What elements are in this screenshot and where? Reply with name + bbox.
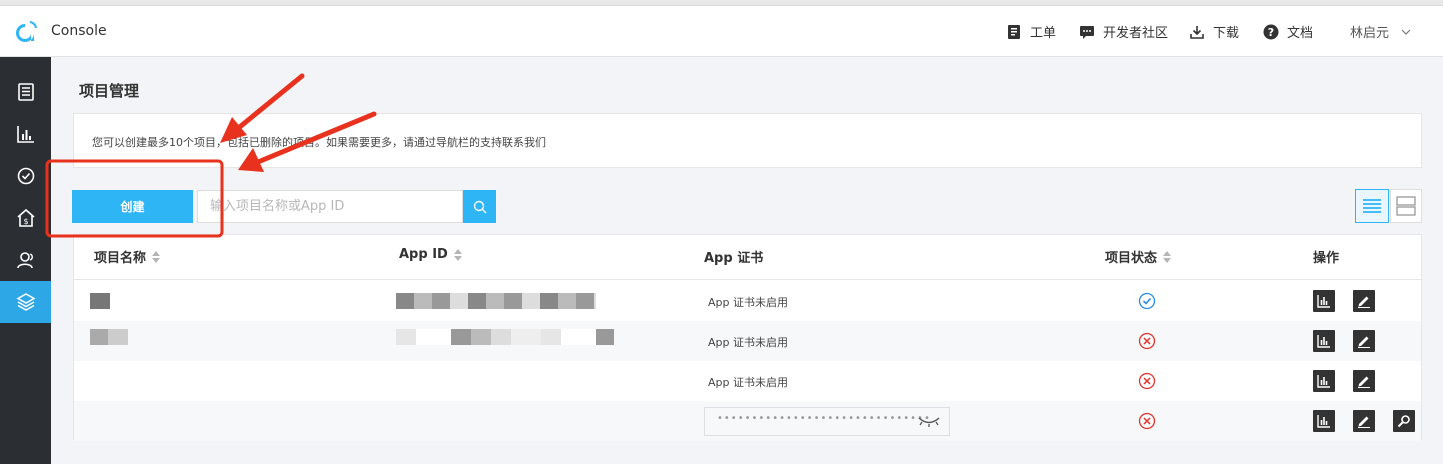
status-enabled-icon bbox=[1138, 292, 1156, 310]
bar-chart-icon bbox=[16, 126, 34, 143]
layers-icon bbox=[15, 293, 36, 311]
header-divider bbox=[74, 279, 1421, 280]
list-view-toggle[interactable] bbox=[1355, 189, 1389, 223]
svg-text:$: $ bbox=[23, 217, 28, 226]
nav-docs[interactable]: ? 文档 bbox=[1263, 22, 1313, 41]
certificate-mask: ••••••••••••••••••••••••••••••• bbox=[717, 413, 931, 424]
notice-text: 您可以创建最多10个项目，包括已删除的项目。如果需要更多，请通过导航栏的支持联系… bbox=[92, 136, 546, 149]
user-menu[interactable]: 林启元 bbox=[1350, 22, 1411, 41]
bar-chart-icon bbox=[1317, 295, 1330, 308]
list-icon bbox=[1363, 199, 1381, 213]
column-header-status[interactable]: 项目状态 bbox=[1105, 247, 1172, 266]
column-header-app-id[interactable]: App ID bbox=[399, 247, 463, 262]
sidebar-item-billing[interactable]: $ bbox=[0, 197, 51, 239]
bar-chart-icon bbox=[1317, 335, 1330, 348]
create-project-button[interactable]: 创建 bbox=[72, 190, 193, 223]
usage-stats-button[interactable] bbox=[1313, 370, 1335, 392]
sort-icon[interactable] bbox=[152, 250, 161, 263]
nav-ticket[interactable]: 工单 bbox=[1006, 22, 1056, 41]
brand-title: Console bbox=[51, 23, 107, 39]
cert-status: App 证书未启用 bbox=[708, 296, 788, 309]
column-header-actions: 操作 bbox=[1313, 247, 1339, 266]
community-icon bbox=[1080, 25, 1094, 39]
usage-stats-button[interactable] bbox=[1313, 330, 1335, 352]
usage-stats-button[interactable] bbox=[1313, 410, 1335, 432]
cert-status: App 证书未启用 bbox=[708, 336, 788, 349]
card-layout-icon bbox=[1396, 196, 1416, 216]
bar-chart-icon bbox=[1317, 415, 1330, 428]
sidebar: $ bbox=[0, 57, 51, 464]
table-row: App 证书未启用 bbox=[74, 321, 1421, 361]
key-search-icon bbox=[1397, 415, 1410, 428]
status-disabled-icon bbox=[1138, 372, 1156, 390]
redacted-name bbox=[90, 293, 110, 309]
target-icon bbox=[17, 167, 34, 185]
nav-download-label: 下载 bbox=[1213, 26, 1240, 41]
table-row: App 证书未启用 bbox=[74, 281, 1421, 321]
agora-logo-icon[interactable] bbox=[12, 20, 38, 46]
card-view-toggle[interactable] bbox=[1390, 189, 1422, 223]
nav-docs-label: 文档 bbox=[1287, 26, 1314, 41]
sidebar-item-documents[interactable] bbox=[0, 71, 51, 113]
column-header-name[interactable]: 项目名称 bbox=[94, 247, 161, 266]
redacted-name bbox=[90, 329, 128, 345]
edit-button[interactable] bbox=[1353, 410, 1375, 432]
edit-icon bbox=[1358, 416, 1370, 428]
column-header-actions-label: 操作 bbox=[1313, 251, 1340, 266]
edit-button[interactable] bbox=[1353, 370, 1375, 392]
column-header-status-label: 项目状态 bbox=[1105, 251, 1158, 266]
edit-button[interactable] bbox=[1353, 330, 1375, 352]
app-certificate-field[interactable]: ••••••••••••••••••••••••••••••• bbox=[704, 407, 950, 436]
usage-stats-button[interactable] bbox=[1313, 290, 1335, 312]
column-header-cert: App 证书 bbox=[704, 247, 763, 266]
help-icon: ? bbox=[1263, 24, 1279, 39]
column-header-name-label: 项目名称 bbox=[94, 251, 147, 266]
redacted-app-id bbox=[396, 293, 596, 309]
column-header-app-id-label: App ID bbox=[399, 247, 448, 262]
search-input[interactable] bbox=[197, 190, 463, 223]
nav-download[interactable]: 下载 bbox=[1189, 22, 1239, 41]
edit-icon bbox=[1358, 296, 1370, 308]
cert-status: App 证书未启用 bbox=[708, 376, 788, 389]
column-header-cert-label: App 证书 bbox=[704, 251, 764, 266]
table-row: App 证书未启用 bbox=[74, 361, 1421, 401]
sidebar-item-analytics[interactable] bbox=[0, 113, 51, 155]
redacted-app-id bbox=[396, 329, 614, 345]
chevron-down-icon bbox=[1401, 29, 1411, 35]
sort-icon[interactable] bbox=[1163, 250, 1172, 263]
notice-box: 您可以创建最多10个项目，包括已删除的项目。如果需要更多，请通过导航栏的支持联系… bbox=[73, 113, 1422, 168]
view-certificate-button[interactable] bbox=[1393, 410, 1415, 432]
svg-text:?: ? bbox=[1268, 26, 1274, 39]
nav-community-label: 开发者社区 bbox=[1103, 26, 1169, 41]
page-title: 项目管理 bbox=[79, 82, 140, 100]
search-icon bbox=[473, 200, 486, 213]
user-icon bbox=[16, 252, 33, 269]
bar-chart-icon bbox=[1317, 375, 1330, 388]
edit-icon bbox=[1358, 336, 1370, 348]
document-icon bbox=[17, 83, 34, 101]
download-icon bbox=[1190, 25, 1204, 39]
projects-table: 项目名称 App ID App 证书 项目状态 操作 App 证书未启用 App… bbox=[73, 234, 1422, 441]
sidebar-item-monitor[interactable] bbox=[0, 155, 51, 197]
nav-community[interactable]: 开发者社区 bbox=[1079, 22, 1168, 41]
user-name: 林启元 bbox=[1350, 26, 1390, 41]
top-header: Console 工单 开发者社区 下载 ? 文档 林启元 bbox=[0, 6, 1443, 57]
nav-ticket-label: 工单 bbox=[1030, 26, 1057, 41]
home-dollar-icon: $ bbox=[16, 208, 35, 227]
ticket-icon bbox=[1008, 24, 1020, 39]
edit-button[interactable] bbox=[1353, 290, 1375, 312]
edit-icon bbox=[1358, 376, 1370, 388]
sidebar-item-projects[interactable] bbox=[0, 281, 51, 323]
search-button[interactable] bbox=[463, 190, 496, 223]
eye-closed-icon[interactable] bbox=[917, 415, 941, 427]
sidebar-item-members[interactable] bbox=[0, 239, 51, 281]
table-row: ••••••••••••••••••••••••••••••• bbox=[74, 401, 1421, 441]
sort-icon[interactable] bbox=[453, 248, 463, 261]
status-disabled-icon bbox=[1138, 412, 1156, 430]
status-disabled-icon bbox=[1138, 332, 1156, 350]
